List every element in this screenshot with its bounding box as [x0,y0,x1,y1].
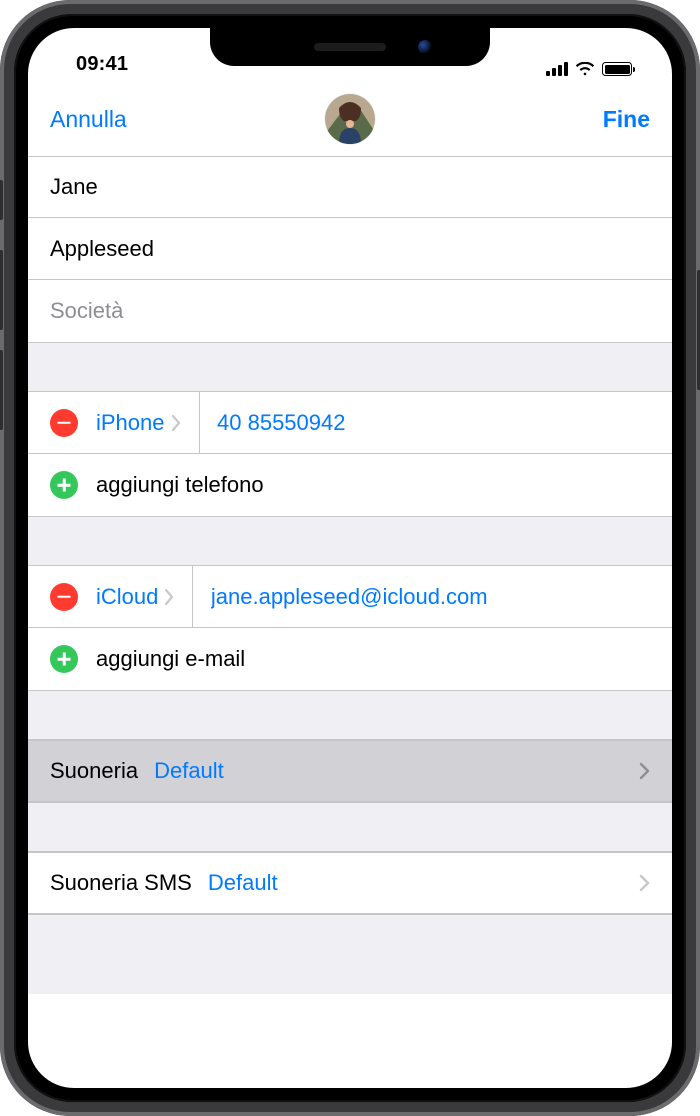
vertical-divider [199,392,200,453]
earpiece-speaker [314,43,386,51]
texttone-label: Suoneria SMS [50,870,192,896]
company-placeholder: Società [50,298,650,324]
cancel-button[interactable]: Annulla [50,106,127,133]
nav-bar: Annulla Fine [28,82,672,156]
mute-switch [0,180,3,220]
device-bezel: 09:41 Annulla [14,14,686,1102]
add-email-row[interactable]: aggiungi e-mail [28,628,672,690]
group-separator [28,914,672,994]
vertical-divider [192,566,193,627]
cellular-signal-icon [546,62,568,76]
volume-down-button [0,350,3,430]
group-separator [28,516,672,566]
texttone-value: Default [208,870,639,896]
notch [210,28,490,66]
device-frame: 09:41 Annulla [0,0,700,1116]
phone-type-label: iPhone [96,410,165,436]
email-group: iCloud jane.appleseed@icloud.com aggiung… [28,566,672,690]
add-email-label: aggiungi e-mail [96,646,245,672]
email-entry-row: iCloud jane.appleseed@icloud.com [28,566,672,628]
email-address-field[interactable]: jane.appleseed@icloud.com [211,584,650,610]
last-name-value: Appleseed [50,236,650,262]
add-phone-label: aggiungi telefono [96,472,264,498]
chevron-right-icon [639,874,650,892]
group-separator [28,690,672,740]
add-phone-button[interactable] [50,471,78,499]
company-field[interactable]: Società [28,280,672,342]
contact-avatar[interactable] [325,94,375,144]
chevron-right-icon [164,589,174,605]
done-button[interactable]: Fine [603,106,650,133]
remove-email-button[interactable] [50,583,78,611]
phone-group: iPhone 40 85550942 aggiungi telefono [28,392,672,516]
email-type-selector[interactable]: iCloud [96,584,174,610]
battery-icon [602,62,632,76]
group-separator [28,802,672,852]
front-camera [418,40,432,54]
first-name-value: Jane [50,174,650,200]
ringtone-row[interactable]: Suoneria Default [28,740,672,802]
add-email-button[interactable] [50,645,78,673]
name-group: Jane Appleseed Società [28,156,672,342]
chevron-right-icon [171,415,181,431]
last-name-field[interactable]: Appleseed [28,218,672,280]
add-phone-row[interactable]: aggiungi telefono [28,454,672,516]
group-separator [28,342,672,392]
remove-phone-button[interactable] [50,409,78,437]
chevron-right-icon [639,762,650,780]
ringtone-label: Suoneria [50,758,138,784]
ringtone-value: Default [154,758,639,784]
phone-entry-row: iPhone 40 85550942 [28,392,672,454]
volume-up-button [0,250,3,330]
texttone-row[interactable]: Suoneria SMS Default [28,852,672,914]
first-name-field[interactable]: Jane [28,156,672,218]
phone-number-field[interactable]: 40 85550942 [217,410,650,436]
status-time: 09:41 [76,53,128,76]
phone-type-selector[interactable]: iPhone [96,410,181,436]
email-type-label: iCloud [96,584,158,610]
edit-contact-form: Jane Appleseed Società iPhone [28,156,672,994]
wifi-icon [575,62,595,76]
screen: 09:41 Annulla [28,28,672,1088]
status-indicators [546,62,632,76]
